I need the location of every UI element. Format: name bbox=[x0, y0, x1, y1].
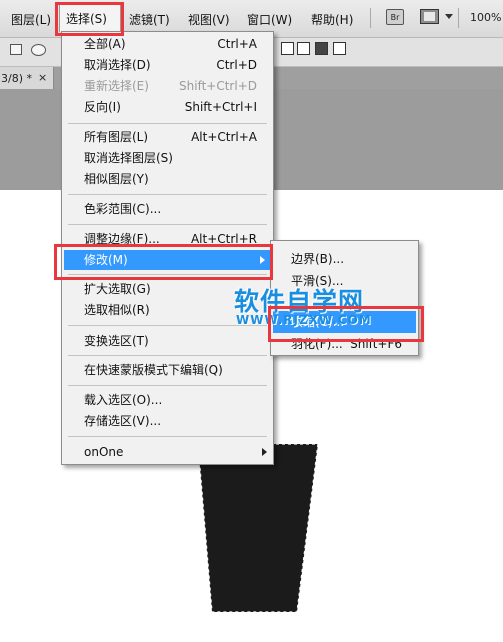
menu-separator bbox=[68, 436, 267, 437]
ellipse-tool-icon[interactable] bbox=[31, 44, 46, 56]
menu-item-shortcut: Alt+Ctrl+R bbox=[190, 232, 257, 246]
selected-shape bbox=[197, 443, 319, 613]
menu-item-deselect-layers[interactable]: 取消选择图层(S) bbox=[62, 148, 273, 168]
menu-item-label: 修改(M) bbox=[84, 253, 128, 267]
menu-item-transform-selection[interactable]: 变换选区(T) bbox=[62, 331, 273, 351]
watermark-url: WWW.RJZXW.COM bbox=[236, 313, 372, 327]
menu-item-label: 色彩范围(C)... bbox=[84, 202, 162, 216]
add-selection-icon[interactable] bbox=[297, 42, 310, 55]
menu-layer[interactable]: 图层(L) bbox=[11, 11, 51, 28]
menu-item-shortcut: Shift+Ctrl+I bbox=[184, 100, 257, 114]
menu-item-refine-edge[interactable]: 调整边缘(F)... Alt+Ctrl+R bbox=[62, 229, 273, 249]
document-tab-title: 3/8) * bbox=[1, 72, 32, 85]
menu-select[interactable]: 选择(S) bbox=[59, 4, 121, 32]
submenu-item-feather[interactable]: 羽化(F)... Shift+F6 bbox=[271, 333, 418, 355]
menu-item-onone[interactable]: onOne bbox=[62, 442, 273, 462]
menu-separator bbox=[68, 274, 267, 275]
menu-item-label: 在快速蒙版模式下编辑(Q) bbox=[84, 363, 223, 377]
menu-view[interactable]: 视图(V) bbox=[188, 11, 230, 28]
menu-item-all[interactable]: 全部(A) Ctrl+A bbox=[62, 34, 273, 54]
rectangle-tool-icon[interactable] bbox=[10, 44, 22, 55]
menu-filter[interactable]: 滤镜(T) bbox=[129, 11, 170, 28]
menu-separator bbox=[68, 355, 267, 356]
menu-item-reselect: 重新选择(E) Shift+Ctrl+D bbox=[62, 76, 273, 96]
menu-item-shortcut: Ctrl+A bbox=[217, 37, 257, 51]
menu-item-all-layers[interactable]: 所有图层(L) Alt+Ctrl+A bbox=[62, 127, 273, 147]
selection-mode-icon[interactable] bbox=[281, 42, 294, 55]
menu-item-label: 存储选区(V)... bbox=[84, 414, 162, 428]
menu-item-load-selection[interactable]: 载入选区(O)... bbox=[62, 390, 273, 410]
menu-item-shortcut: Alt+Ctrl+A bbox=[191, 130, 257, 144]
menu-item-inverse[interactable]: 反向(I) Shift+Ctrl+I bbox=[62, 97, 273, 117]
bridge-icon[interactable]: Br bbox=[386, 9, 404, 25]
select-menu: 全部(A) Ctrl+A 取消选择(D) Ctrl+D 重新选择(E) Shif… bbox=[61, 31, 274, 465]
chevron-right-icon bbox=[262, 448, 267, 456]
menu-item-label: 取消选择(D) bbox=[84, 58, 151, 72]
menu-item-label: 所有图层(L) bbox=[84, 130, 149, 144]
menu-item-color-range[interactable]: 色彩范围(C)... bbox=[62, 199, 273, 219]
chevron-right-icon bbox=[260, 256, 265, 264]
menu-item-label: 选取相似(R) bbox=[84, 303, 150, 317]
submenu-item-label: 边界(B)... bbox=[291, 252, 345, 266]
menu-item-label: 载入选区(O)... bbox=[84, 393, 163, 407]
menu-item-label: 反向(I) bbox=[84, 100, 121, 114]
submenu-item-border[interactable]: 边界(B)... bbox=[271, 248, 418, 270]
menu-window[interactable]: 窗口(W) bbox=[247, 11, 292, 28]
menu-item-shortcut: Shift+Ctrl+D bbox=[179, 79, 257, 93]
zoom-level[interactable]: 100% bbox=[470, 11, 501, 24]
menu-item-label: 重新选择(E) bbox=[84, 79, 149, 93]
menu-item-label: 取消选择图层(S) bbox=[84, 151, 173, 165]
subtract-selection-icon[interactable] bbox=[315, 42, 328, 55]
menu-divider bbox=[458, 8, 459, 28]
chevron-down-icon[interactable] bbox=[445, 14, 453, 19]
menu-item-label: 相似图层(Y) bbox=[84, 172, 149, 186]
menu-separator bbox=[68, 123, 267, 124]
menu-item-modify[interactable]: 修改(M) bbox=[64, 250, 271, 270]
submenu-item-label: 羽化(F)... bbox=[291, 337, 343, 351]
document-tab[interactable]: 3/8) * × bbox=[0, 67, 54, 89]
menu-item-save-selection[interactable]: 存储选区(V)... bbox=[62, 411, 273, 431]
submenu-item-shortcut: Shift+F6 bbox=[350, 337, 402, 351]
menu-separator bbox=[68, 194, 267, 195]
menu-item-similar-layers[interactable]: 相似图层(Y) bbox=[62, 169, 273, 189]
menu-item-label: 变换选区(T) bbox=[84, 334, 149, 348]
screen-mode-icon[interactable] bbox=[420, 9, 439, 24]
menu-item-quick-mask[interactable]: 在快速蒙版模式下编辑(Q) bbox=[62, 360, 273, 380]
menu-separator bbox=[68, 224, 267, 225]
menu-divider bbox=[370, 8, 371, 28]
menu-item-label: 调整边缘(F)... bbox=[84, 232, 160, 246]
menu-item-label: 扩大选取(G) bbox=[84, 282, 151, 296]
menu-separator bbox=[68, 385, 267, 386]
menu-help[interactable]: 帮助(H) bbox=[311, 11, 353, 28]
menu-item-label: onOne bbox=[84, 445, 124, 459]
menu-item-shortcut: Ctrl+D bbox=[216, 58, 257, 72]
close-icon[interactable]: × bbox=[38, 71, 47, 84]
menu-item-deselect[interactable]: 取消选择(D) Ctrl+D bbox=[62, 55, 273, 75]
menu-item-label: 全部(A) bbox=[84, 37, 126, 51]
intersect-selection-icon[interactable] bbox=[333, 42, 346, 55]
